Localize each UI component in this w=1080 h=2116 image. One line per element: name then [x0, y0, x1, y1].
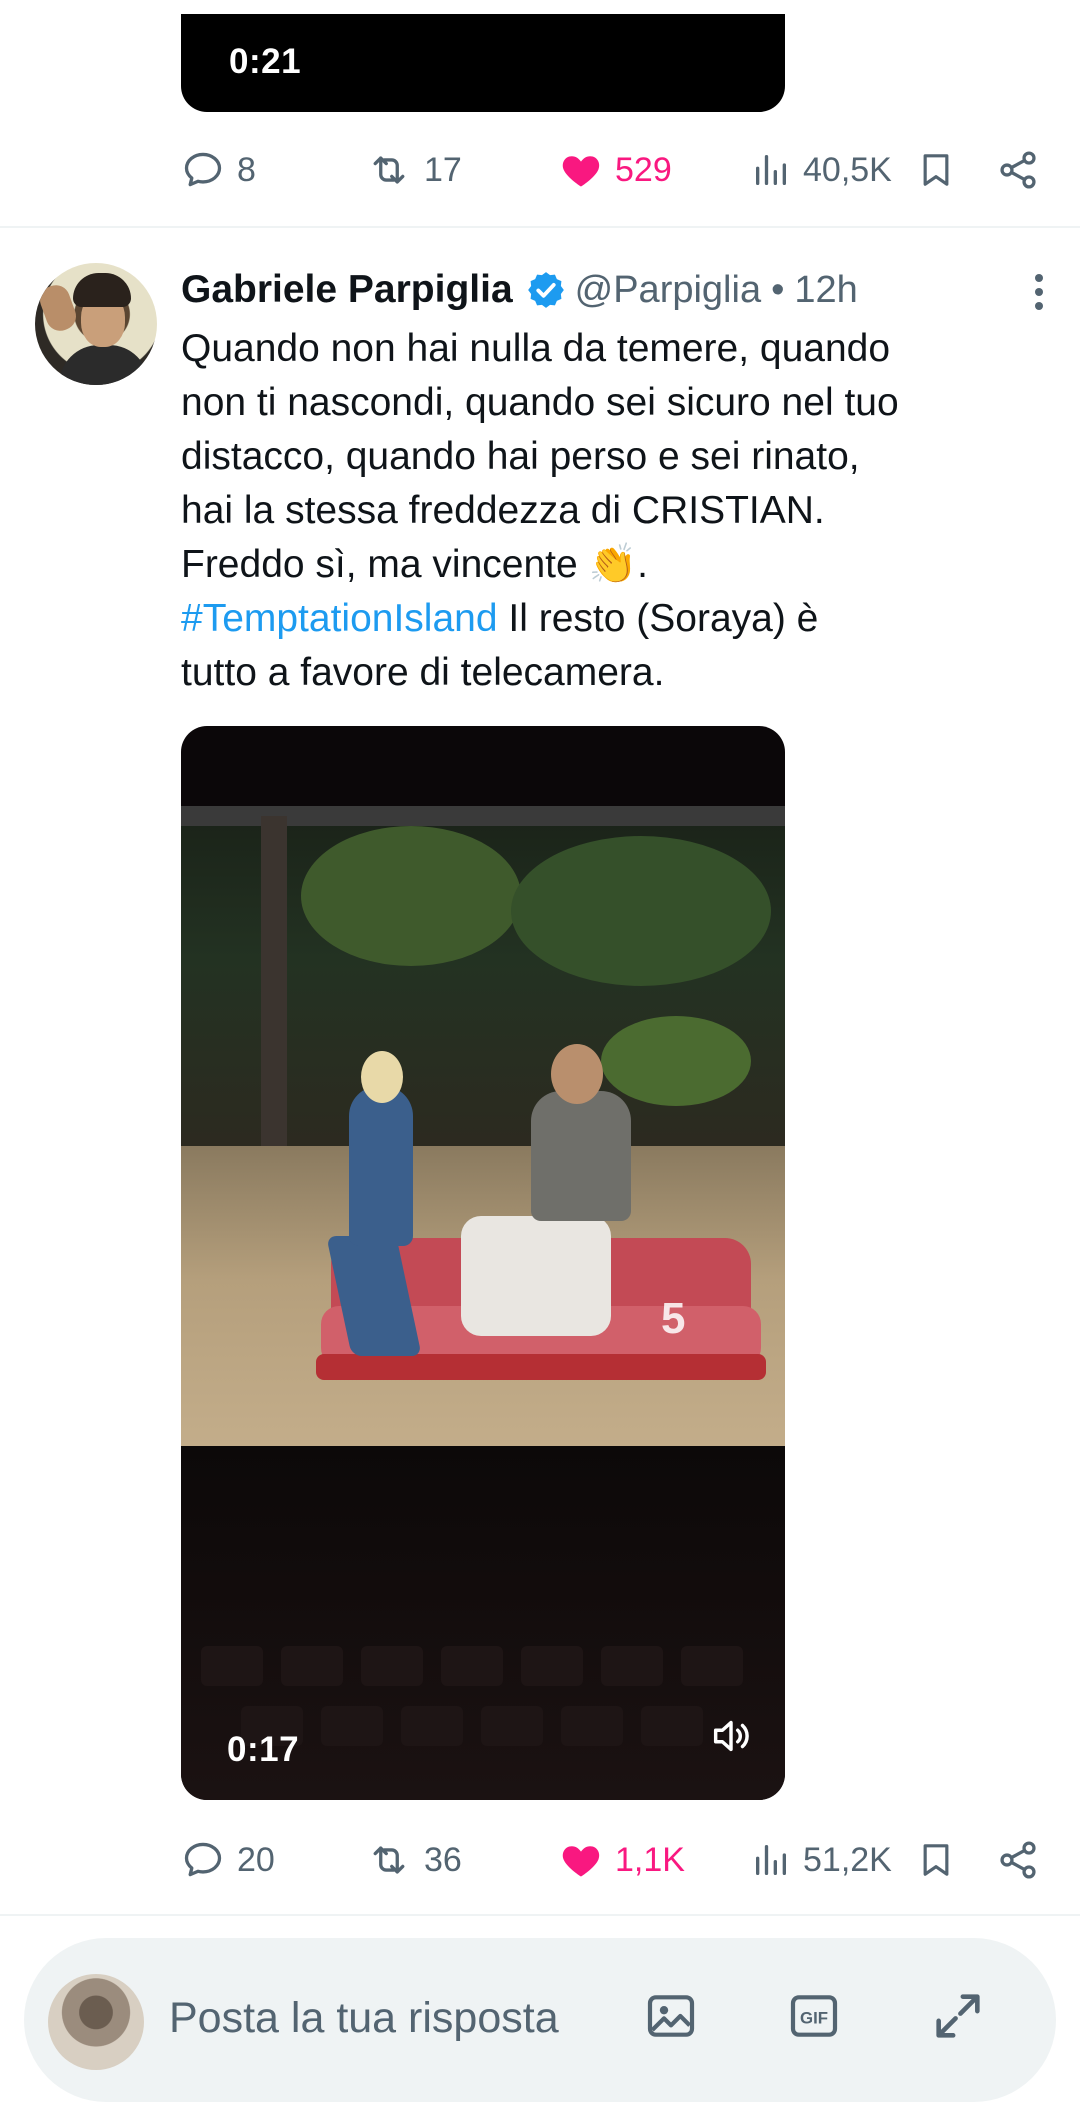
share-button[interactable] — [996, 1830, 1040, 1890]
expand-icon[interactable] — [928, 1986, 988, 2046]
reply-composer[interactable]: Posta la tua risposta GIF — [24, 1938, 1056, 2102]
tweet-text-line: Quando non hai nulla da temere, quando — [181, 327, 891, 370]
gif-icon[interactable]: GIF — [784, 1986, 844, 2046]
tweet-text-line: hai la stessa freddezza di CRISTIAN. — [181, 489, 825, 532]
author-handle[interactable]: @Parpiglia — [575, 269, 761, 312]
repost-button[interactable]: 36 — [366, 1830, 462, 1890]
tweet-text-fragment: Il resto (Soraya) è — [508, 597, 819, 640]
tweet-header: Gabriele Parpiglia @Parpiglia • 12h — [181, 262, 858, 318]
video-scene-person — [361, 1051, 403, 1103]
share-button[interactable] — [996, 140, 1040, 200]
views-button[interactable]: 51,2K — [751, 1830, 892, 1890]
video-timecode: 0:17 — [227, 1730, 300, 1769]
views-icon — [756, 1845, 786, 1875]
separator-dot: • — [771, 268, 785, 311]
like-button[interactable]: 529 — [559, 140, 672, 200]
tweet-text-line: Freddo sì, ma vincente 👏. — [181, 543, 648, 586]
video-scene-person — [531, 1091, 631, 1221]
volume-icon[interactable] — [707, 1713, 755, 1764]
reply-input-placeholder[interactable]: Posta la tua risposta — [169, 1994, 559, 2043]
video-scene-person — [349, 1086, 413, 1246]
video-timecode: 0:21 — [229, 42, 302, 81]
compose-divider — [0, 1914, 1080, 1916]
views-button[interactable]: 40,5K — [751, 140, 892, 200]
tweet-text-line: distacco, quando hai perso e sei rinato, — [181, 435, 860, 478]
video-scene-person — [551, 1044, 603, 1104]
image-icon[interactable] — [641, 1986, 701, 2046]
video-scene-sofa-frame — [316, 1354, 766, 1380]
reply-count: 8 — [237, 151, 256, 189]
tweet-text-line: tutto a favore di telecamera. — [181, 651, 665, 694]
svg-text:GIF: GIF — [800, 2009, 828, 2028]
video-scene-plant — [601, 1016, 751, 1106]
repost-icon — [373, 1846, 405, 1874]
like-count: 529 — [615, 151, 672, 189]
tweet-text: Quando non hai nulla da temere, quando n… — [181, 322, 1051, 700]
user-avatar — [48, 1974, 144, 2070]
hashtag-link[interactable]: #TemptationIsland — [181, 597, 498, 640]
tweet-divider — [0, 226, 1080, 228]
more-icon[interactable] — [1024, 270, 1054, 314]
tweet-text-line-hashtag: #TemptationIsland Il resto (Soraya) è — [181, 592, 1051, 646]
tweet-timestamp[interactable]: 12h — [794, 269, 857, 312]
previous-tweet-video[interactable]: 0:21 — [181, 14, 785, 112]
bookmark-icon — [923, 1844, 949, 1876]
repost-count: 36 — [424, 1841, 462, 1879]
views-count: 51,2K — [803, 1841, 892, 1879]
channel-logo: 5 — [661, 1294, 686, 1343]
reply-count: 20 — [237, 1841, 275, 1879]
author-name[interactable]: Gabriele Parpiglia — [181, 268, 513, 312]
views-icon — [756, 155, 786, 185]
repost-icon — [373, 156, 405, 184]
bookmark-icon — [923, 154, 949, 186]
views-count: 40,5K — [803, 151, 892, 189]
heart-icon — [562, 156, 600, 187]
tweet-action-bar: 20 36 1,1K 51,2K — [181, 1830, 1041, 1890]
repost-count: 17 — [424, 151, 462, 189]
video-scene-foliage — [511, 836, 771, 986]
video-scene-person — [461, 1216, 611, 1336]
reply-icon — [184, 1842, 222, 1877]
verified-badge-icon[interactable] — [525, 269, 567, 311]
heart-icon — [562, 1846, 600, 1877]
tweet-video[interactable]: 5 0:17 — [181, 726, 785, 1800]
share-icon — [1000, 1841, 1036, 1879]
reply-button[interactable]: 20 — [181, 1830, 275, 1890]
previous-tweet-action-bar: 8 17 529 40,5K — [181, 140, 1041, 200]
reply-icon — [184, 152, 222, 187]
share-icon — [1000, 151, 1036, 189]
video-scene-foliage — [301, 826, 521, 966]
bookmark-button[interactable] — [916, 140, 956, 200]
tweet-text-line: non ti nascondi, quando sei sicuro nel t… — [181, 381, 899, 424]
repost-button[interactable]: 17 — [366, 140, 462, 200]
like-button[interactable]: 1,1K — [559, 1830, 685, 1890]
reply-button[interactable]: 8 — [181, 140, 256, 200]
author-avatar[interactable] — [35, 263, 157, 385]
bookmark-button[interactable] — [916, 1830, 956, 1890]
like-count: 1,1K — [615, 1841, 685, 1879]
